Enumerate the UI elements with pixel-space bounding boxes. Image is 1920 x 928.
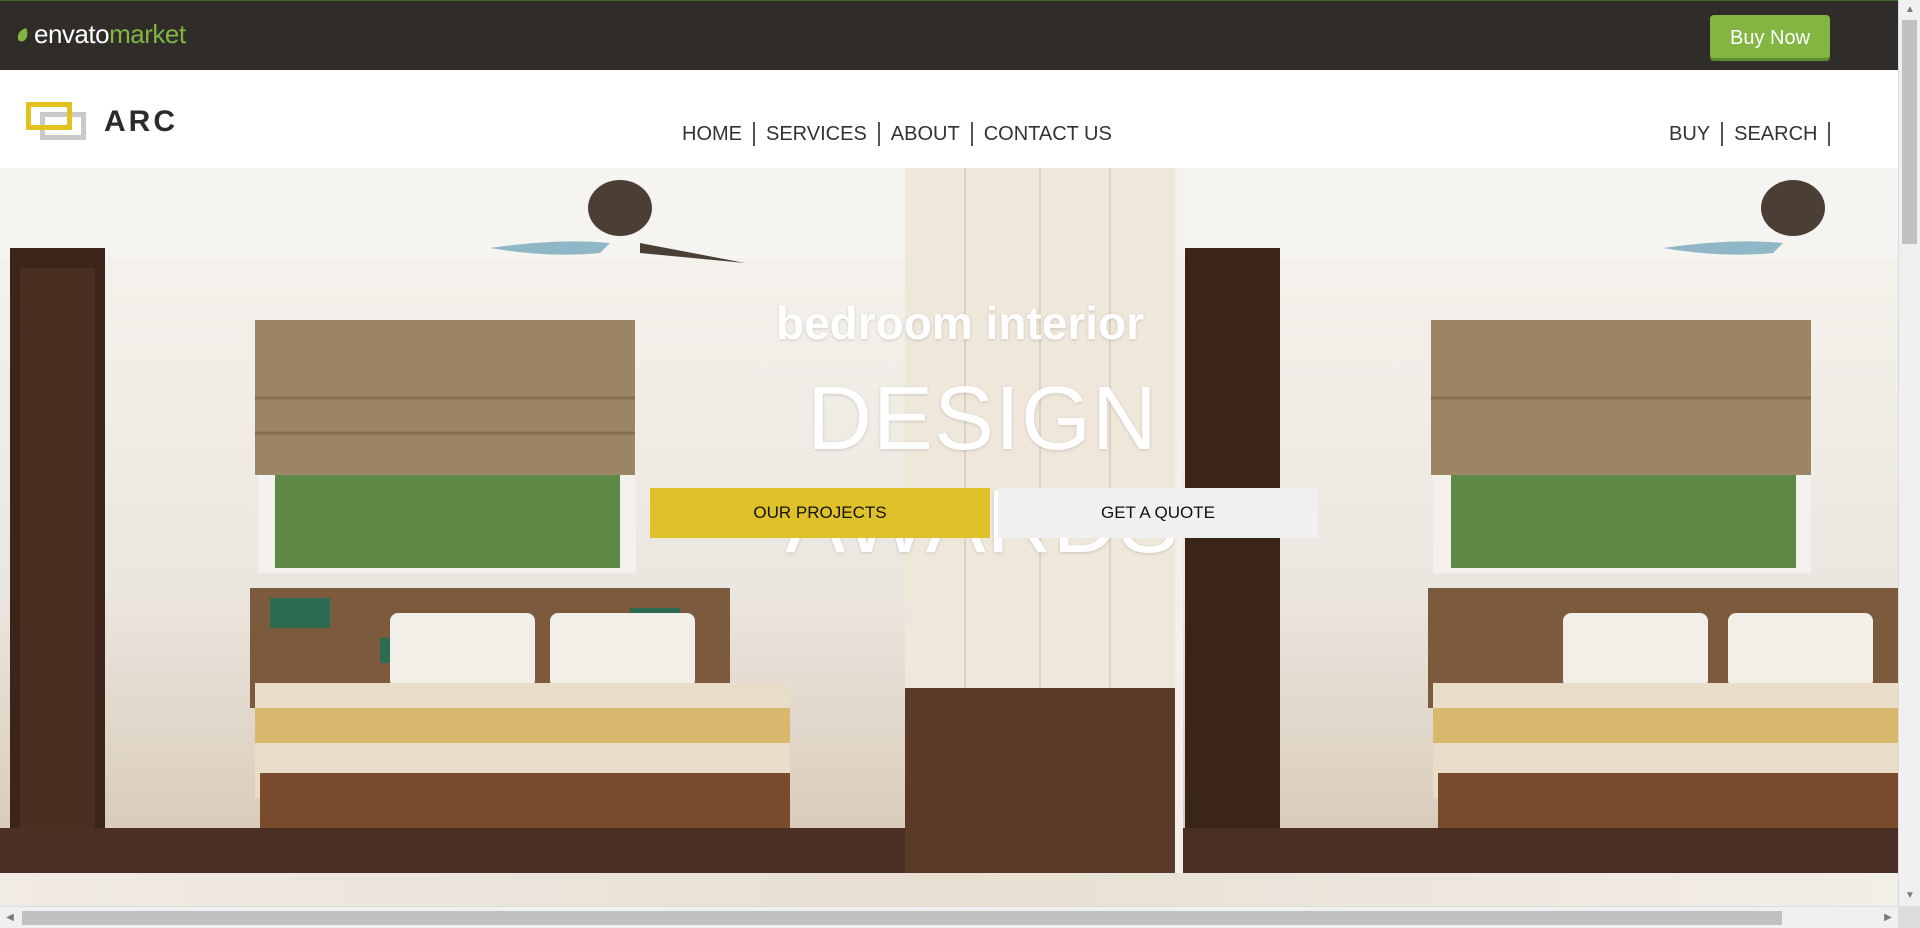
envato-logo-market: market xyxy=(109,19,186,49)
our-projects-button[interactable]: OUR PROJECTS xyxy=(650,488,990,538)
scroll-up-icon[interactable]: ▲ xyxy=(1899,0,1920,20)
vertical-scrollbar[interactable]: ▲ ▼ xyxy=(1898,0,1920,906)
leaf-icon xyxy=(17,27,28,41)
nav-divider xyxy=(1828,122,1831,146)
vertical-scroll-thumb[interactable] xyxy=(1902,20,1917,244)
nav-about[interactable]: ABOUT xyxy=(880,122,971,146)
get-a-quote-button[interactable]: GET A QUOTE xyxy=(998,488,1318,538)
horizontal-scroll-thumb[interactable] xyxy=(22,911,1782,925)
nav-search[interactable]: SEARCH xyxy=(1723,122,1828,146)
scroll-left-icon[interactable]: ◀ xyxy=(0,907,20,928)
site-header: ARC HOME SERVICES ABOUT CONTACT US BUY S… xyxy=(0,70,1898,168)
scroll-right-icon[interactable]: ▶ xyxy=(1878,907,1898,928)
hero-slider: bedroom interior DESIGN AWARDS OUR PROJE… xyxy=(0,168,1898,906)
nav-contact-us[interactable]: CONTACT US xyxy=(973,122,1123,146)
arc-logo-text: ARC xyxy=(104,105,178,138)
utility-nav: BUY SEARCH xyxy=(1658,122,1831,146)
nav-buy[interactable]: BUY xyxy=(1658,122,1721,146)
hero-title: DESIGN AWARDS xyxy=(785,369,1178,572)
nav-services[interactable]: SERVICES xyxy=(755,122,878,146)
arc-logo[interactable]: ARC xyxy=(26,102,178,142)
scrollbar-corner xyxy=(1898,906,1920,928)
scroll-down-icon[interactable]: ▼ xyxy=(1899,886,1920,906)
nav-home[interactable]: HOME xyxy=(671,122,753,146)
envato-top-bar: envato market Buy Now xyxy=(0,0,1898,70)
envato-logo-word: envato xyxy=(34,19,110,49)
hero-next-row-image xyxy=(0,873,1898,906)
horizontal-scrollbar[interactable]: ◀ ▶ xyxy=(0,906,1898,928)
hero-subtitle: bedroom interior xyxy=(775,297,1145,349)
buy-now-button[interactable]: Buy Now xyxy=(1710,15,1830,61)
envato-logo[interactable]: envato market xyxy=(16,19,186,50)
main-nav: HOME SERVICES ABOUT CONTACT US xyxy=(671,122,1123,146)
arc-logo-icon xyxy=(26,102,86,142)
